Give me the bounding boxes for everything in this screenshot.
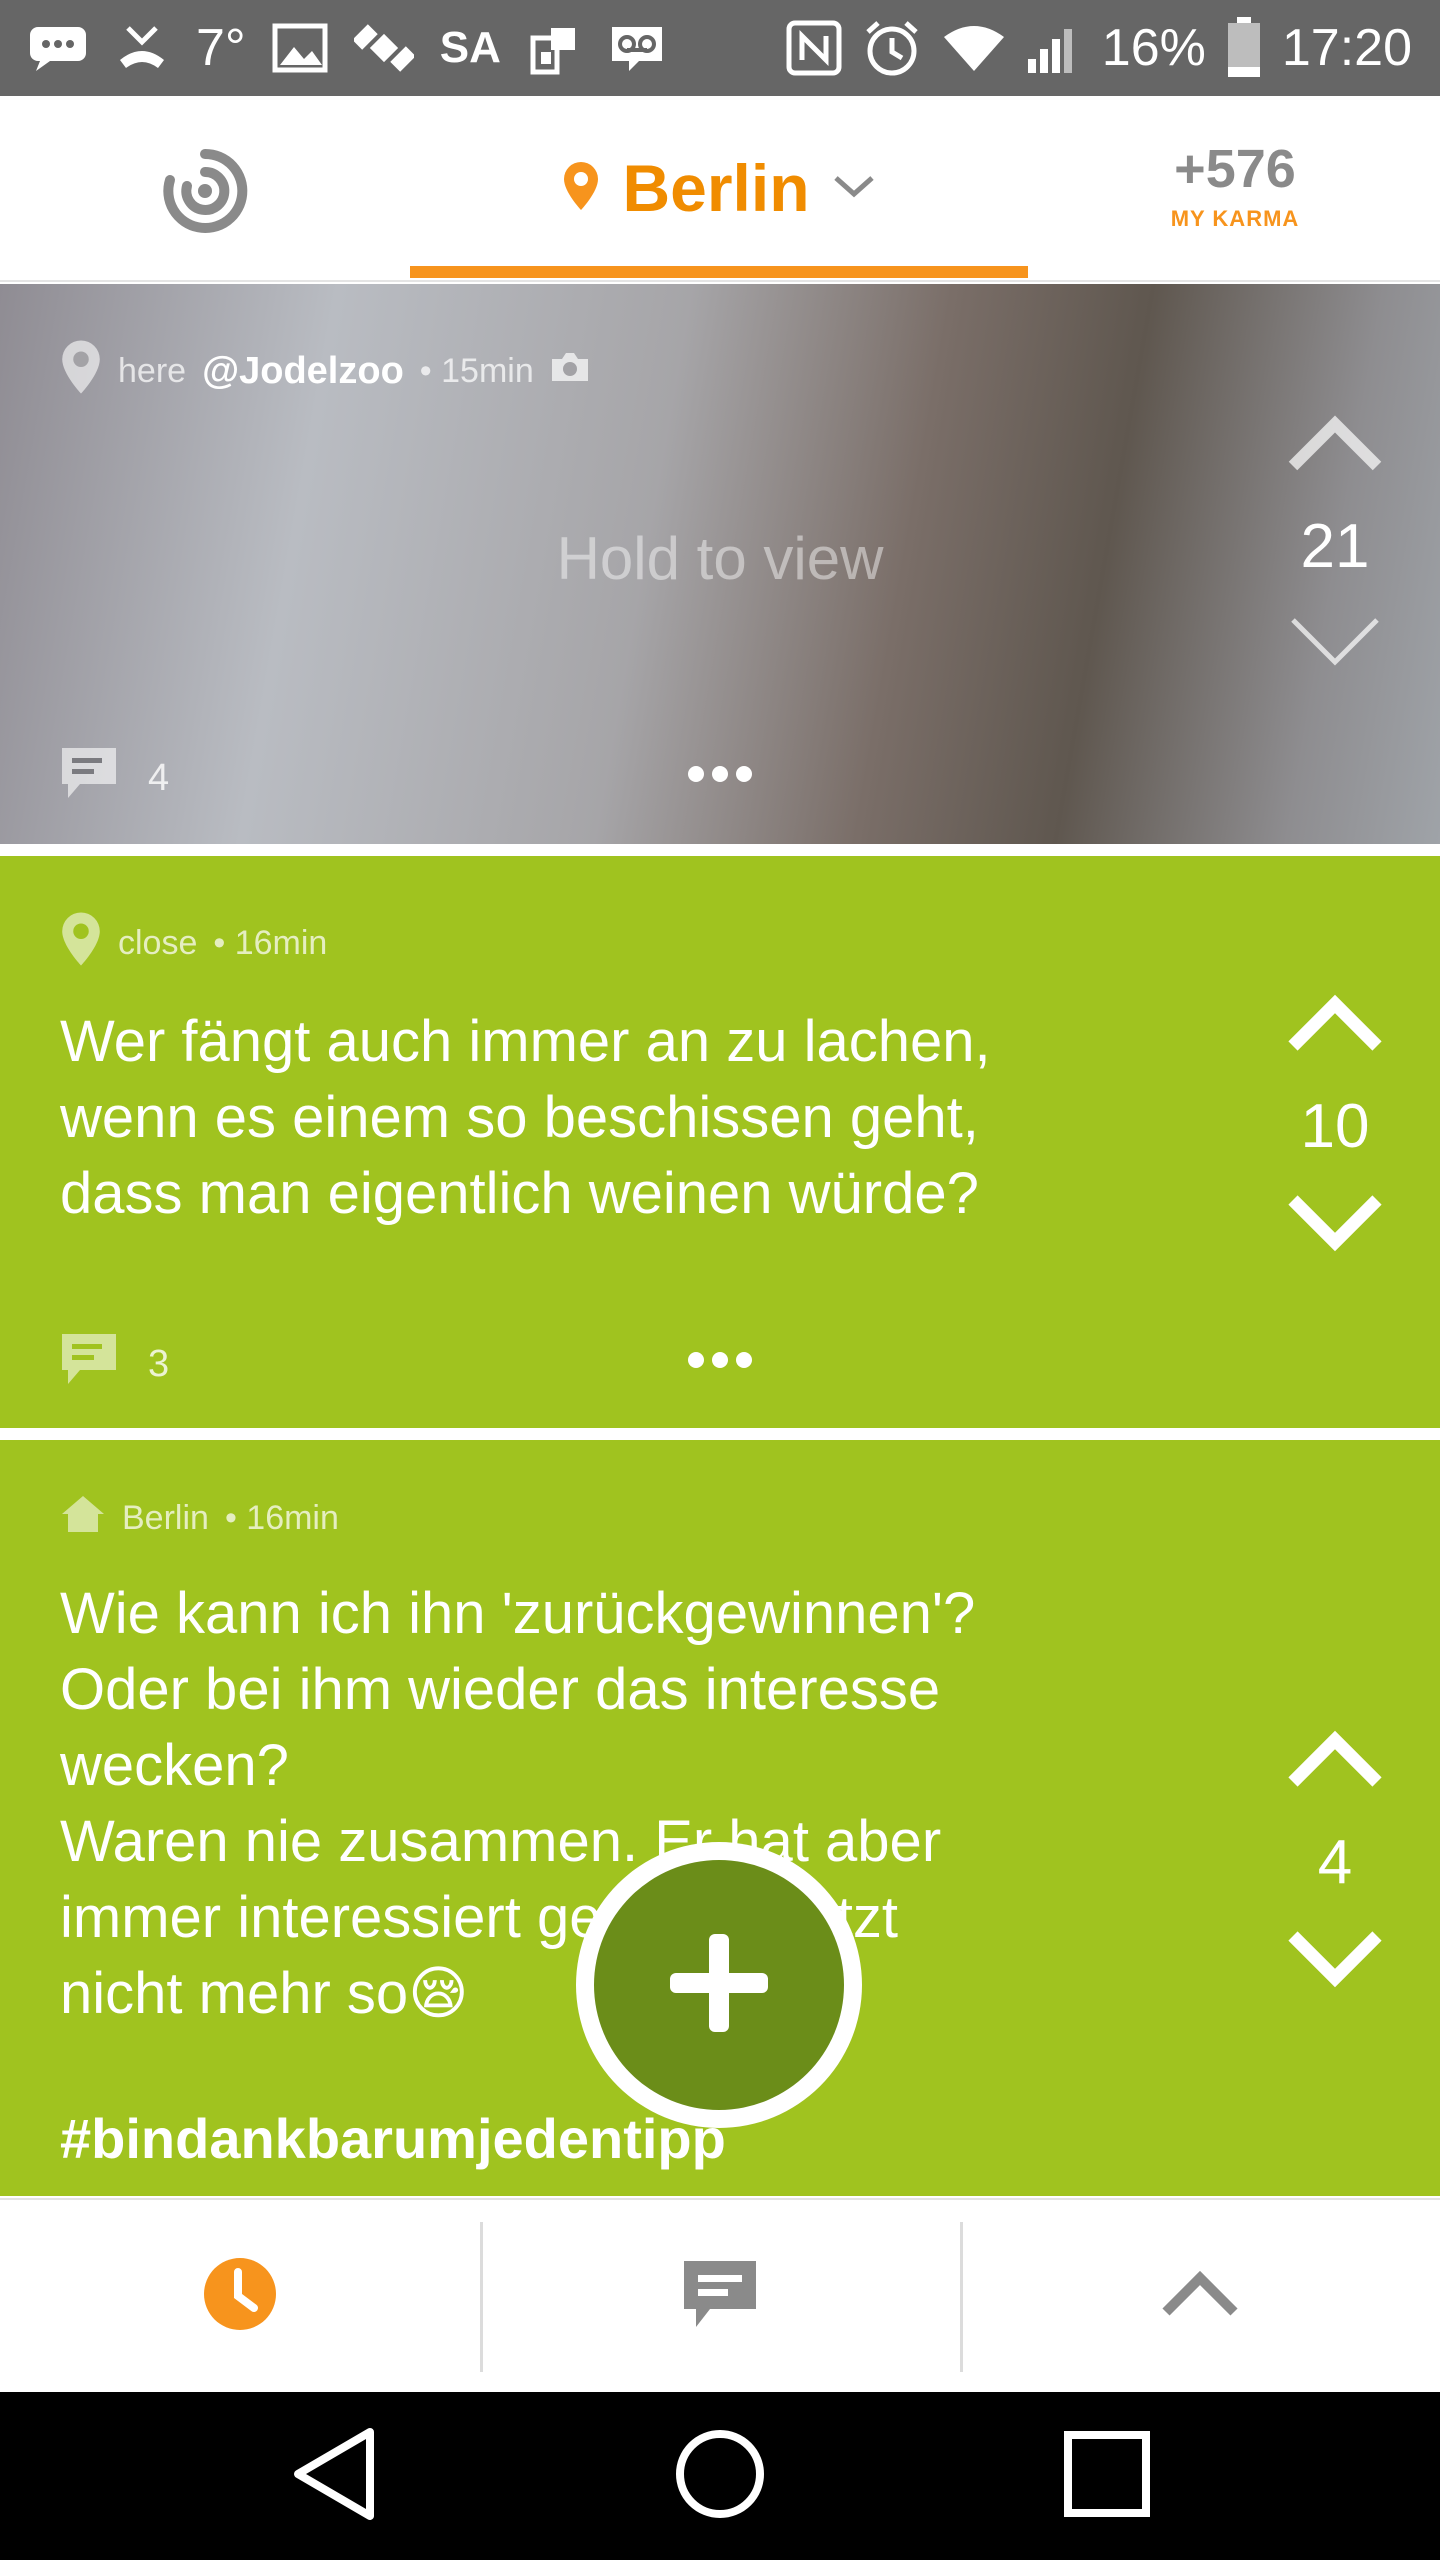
nfc-icon bbox=[786, 18, 842, 78]
missed-call-icon bbox=[114, 18, 170, 78]
post-time: • 16min bbox=[224, 1499, 339, 1537]
post-time: • 15min bbox=[419, 352, 534, 390]
post-meta: Berlin • 16min bbox=[60, 1494, 339, 1543]
feed-post[interactable]: close • 16min Wer fängt auch immer an zu… bbox=[0, 856, 1440, 1428]
post-meta: here @Jodelzoo • 15min bbox=[60, 338, 590, 405]
tab-popular[interactable] bbox=[960, 2200, 1440, 2392]
chevron-up-icon bbox=[1160, 2268, 1240, 2325]
vote-controls: 4 bbox=[1280, 1730, 1390, 1993]
upvote-icon[interactable] bbox=[1287, 994, 1383, 1059]
home-location-icon bbox=[60, 1494, 106, 1543]
post-distance: Berlin bbox=[122, 1499, 209, 1537]
downvote-icon[interactable] bbox=[1287, 612, 1383, 677]
carrier-label: SA bbox=[439, 23, 501, 72]
hold-to-view-hint[interactable]: Hold to view bbox=[0, 524, 1440, 593]
chat-bubble-icon bbox=[28, 18, 88, 78]
new-post-button[interactable] bbox=[576, 1842, 862, 2128]
post-hashtag[interactable]: #bindankbarumjedentipp bbox=[60, 2106, 726, 2171]
system-nav-bar bbox=[0, 2392, 1440, 2560]
gps-satellite-icon bbox=[353, 18, 414, 78]
wifi-icon bbox=[942, 18, 1006, 78]
new-post-button-inner bbox=[594, 1860, 844, 2110]
tab-recent[interactable] bbox=[0, 2200, 480, 2392]
location-name: Berlin bbox=[622, 151, 810, 225]
vote-count: 21 bbox=[1300, 512, 1370, 581]
comment-count: 4 bbox=[148, 756, 170, 799]
sim-lock-icon bbox=[527, 18, 583, 78]
back-button[interactable] bbox=[268, 2411, 398, 2541]
post-time: • 16min bbox=[213, 924, 328, 962]
recents-icon bbox=[1063, 2430, 1151, 2523]
post-meta: close • 16min bbox=[60, 910, 327, 977]
back-icon bbox=[290, 2426, 376, 2527]
tab-discussed[interactable] bbox=[480, 2200, 960, 2392]
post-distance: here bbox=[118, 352, 187, 390]
post-distance: close bbox=[118, 924, 198, 962]
vote-count: 10 bbox=[1300, 1092, 1370, 1161]
camera-icon bbox=[550, 351, 590, 392]
app-header: Berlin +576 MY KARMA bbox=[0, 96, 1440, 282]
karma-label: MY KARMA bbox=[1170, 206, 1300, 231]
comment-icon[interactable] bbox=[60, 1332, 118, 1396]
battery-icon bbox=[1226, 17, 1262, 78]
weather-temperature: 7° bbox=[196, 19, 246, 77]
more-options-icon[interactable] bbox=[688, 766, 752, 786]
gallery-icon bbox=[272, 18, 328, 78]
clock-time: 17:20 bbox=[1281, 19, 1412, 77]
battery-percent: 16% bbox=[1101, 19, 1206, 77]
app-logo-icon[interactable] bbox=[160, 146, 250, 236]
location-selector[interactable]: Berlin bbox=[410, 96, 1028, 280]
signal-icon bbox=[1026, 18, 1082, 78]
comment-count: 3 bbox=[148, 1342, 170, 1385]
post-footer: 3 bbox=[60, 1332, 169, 1396]
karma-counter[interactable]: +576 MY KARMA bbox=[1140, 138, 1330, 232]
voicemail-icon bbox=[609, 18, 665, 78]
active-tab-indicator bbox=[410, 266, 1028, 278]
upvote-icon[interactable] bbox=[1287, 414, 1383, 479]
clock-icon bbox=[202, 2256, 278, 2337]
upvote-icon[interactable] bbox=[1287, 1730, 1383, 1795]
more-options-icon[interactable] bbox=[688, 1352, 752, 1372]
post-text: Wer fängt auch immer an zu lachen, wenn … bbox=[60, 1009, 991, 1226]
location-pin-icon bbox=[60, 910, 102, 977]
bottom-tab-bar bbox=[0, 2198, 1440, 2392]
feed-post-image[interactable]: here @Jodelzoo • 15min Hold to view 21 4 bbox=[0, 284, 1440, 844]
karma-value: +576 bbox=[1174, 139, 1296, 199]
home-button[interactable] bbox=[655, 2411, 785, 2541]
recents-button[interactable] bbox=[1042, 2411, 1172, 2541]
comment-icon[interactable] bbox=[60, 746, 118, 810]
vote-controls: 21 bbox=[1280, 414, 1390, 677]
plus-icon bbox=[664, 1928, 774, 2043]
vote-controls: 10 bbox=[1280, 994, 1390, 1257]
location-pin-icon bbox=[562, 160, 600, 217]
post-author[interactable]: @Jodelzoo bbox=[202, 350, 404, 393]
downvote-icon[interactable] bbox=[1287, 1928, 1383, 1993]
status-bar: 7° SA 16% 17:20 bbox=[0, 0, 1440, 96]
chevron-down-icon bbox=[832, 172, 876, 205]
post-footer: 4 bbox=[60, 746, 169, 810]
home-icon bbox=[674, 2428, 766, 2525]
location-pin-icon bbox=[60, 338, 102, 405]
chat-icon bbox=[680, 2257, 760, 2336]
downvote-icon[interactable] bbox=[1287, 1192, 1383, 1257]
vote-count: 4 bbox=[1317, 1828, 1353, 1897]
alarm-icon bbox=[862, 18, 922, 78]
